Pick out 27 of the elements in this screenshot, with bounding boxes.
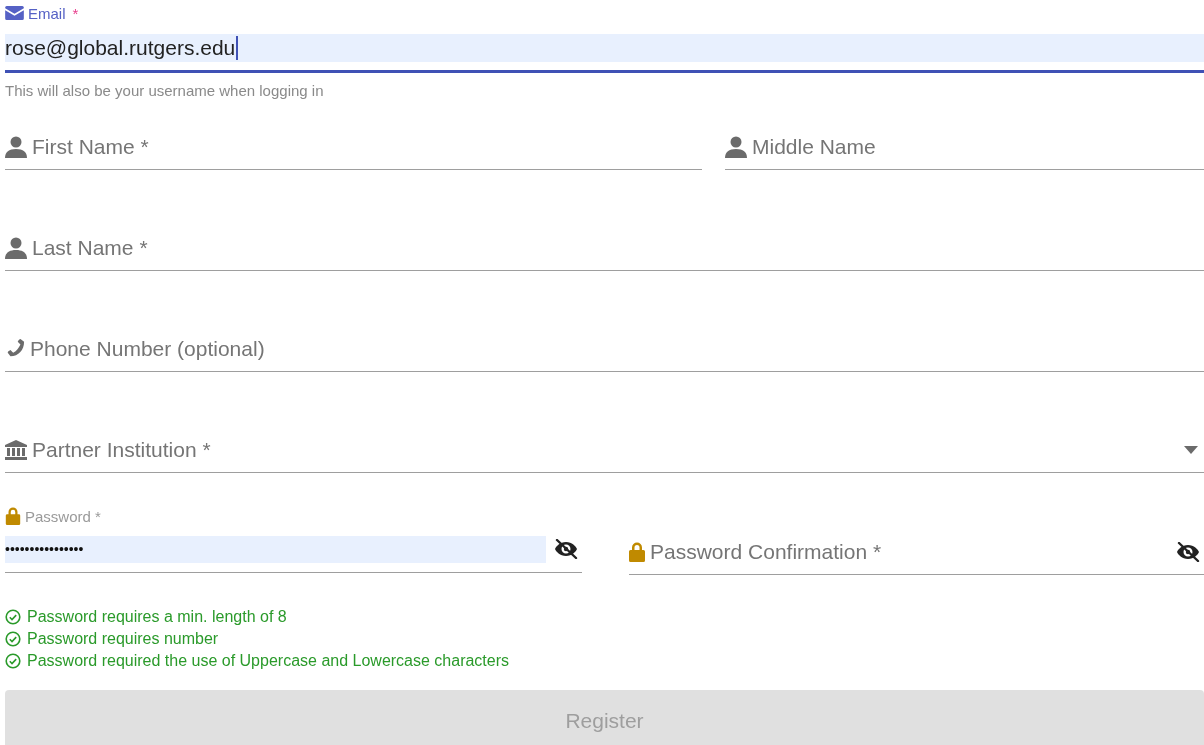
field-label: Password * (25, 507, 101, 525)
phone-icon (5, 339, 25, 359)
validation-message: Password requires a min. length of 8 (27, 608, 287, 626)
dropdown-caret-icon (1184, 446, 1198, 454)
placeholder-text: Last Name * (32, 236, 148, 260)
email-field[interactable]: rose@global.rutgers.edu (5, 34, 1204, 62)
text-field[interactable]: First Name * (5, 135, 149, 159)
person-icon (725, 136, 747, 158)
placeholder-text: First Name * (32, 135, 149, 159)
validation-message: Password required the use of Uppercase and Lowercase characters (27, 652, 510, 670)
helper-text: This will also be your username when logging in (5, 82, 325, 99)
person-icon (5, 237, 27, 259)
text-field[interactable]: Middle Name (725, 135, 876, 159)
field-label: Email (28, 4, 66, 22)
envelope-icon (5, 6, 24, 20)
eye-slash-icon[interactable] (1176, 542, 1200, 562)
person-icon (5, 136, 27, 158)
placeholder-text: Middle Name (752, 135, 876, 159)
text-field[interactable]: Last Name * (5, 236, 148, 260)
required-mark: * (72, 4, 79, 22)
lock-icon (5, 507, 21, 525)
bank-icon (5, 440, 27, 460)
lock-icon (629, 542, 645, 562)
eye-slash-icon[interactable] (554, 539, 578, 559)
password-field[interactable]: •••••••••••••••• (5, 535, 546, 563)
text-cursor (236, 36, 239, 60)
validation-message: Password requires number (27, 630, 219, 648)
